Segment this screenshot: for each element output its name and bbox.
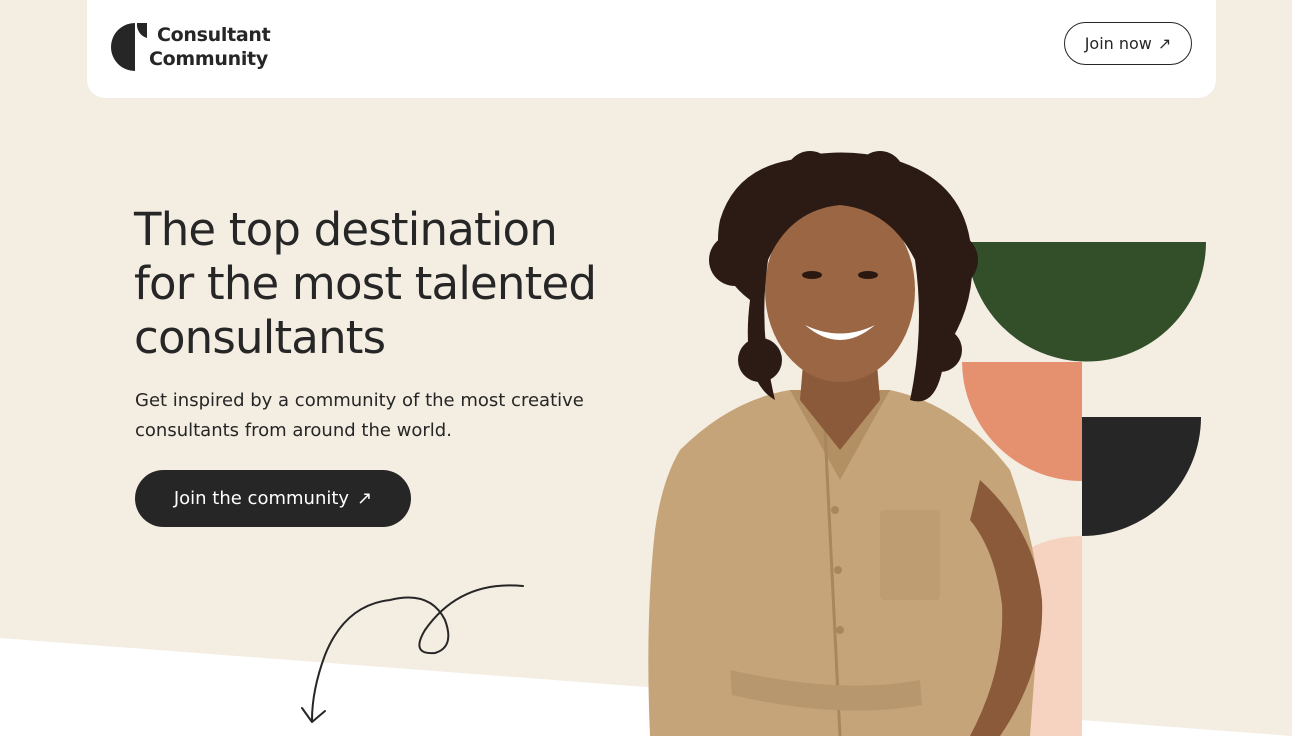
join-community-label: Join the community: [173, 488, 350, 509]
join-community-button[interactable]: Join the community ↗: [135, 470, 411, 527]
hero-title: The top destination for the most talente…: [134, 203, 654, 365]
top-navigation-bar: Consultant Community Join now ↗: [87, 0, 1216, 98]
hero-title-line1: The top destination: [134, 203, 558, 256]
arrow-up-right-icon: ↗: [1157, 34, 1172, 53]
consultant-community-logo-icon: [111, 23, 147, 71]
hero-subtitle: Get inspired by a community of the most …: [135, 386, 605, 446]
hero-subtitle-line1: Get inspired by a community of the most …: [135, 390, 584, 411]
brand-name-line1: Consultant: [157, 24, 271, 46]
smiling-woman-photo: [648, 151, 1043, 736]
hero-title-line3: consultants: [134, 311, 386, 364]
brand-logo[interactable]: Consultant Community: [111, 22, 271, 72]
join-now-button[interactable]: Join now ↗: [1064, 22, 1192, 65]
brand-name: Consultant Community: [149, 23, 271, 71]
arrow-up-right-icon: ↗: [357, 488, 373, 509]
brand-name-line2: Community: [149, 48, 268, 70]
join-now-label: Join now: [1084, 34, 1152, 53]
hero-title-line2: for the most talented: [134, 257, 597, 310]
hand-drawn-curly-arrow-icon: [301, 584, 524, 723]
hero-subtitle-line2: consultants from around the world.: [135, 420, 452, 441]
dark-quarter-circle-shape: [1082, 417, 1201, 536]
